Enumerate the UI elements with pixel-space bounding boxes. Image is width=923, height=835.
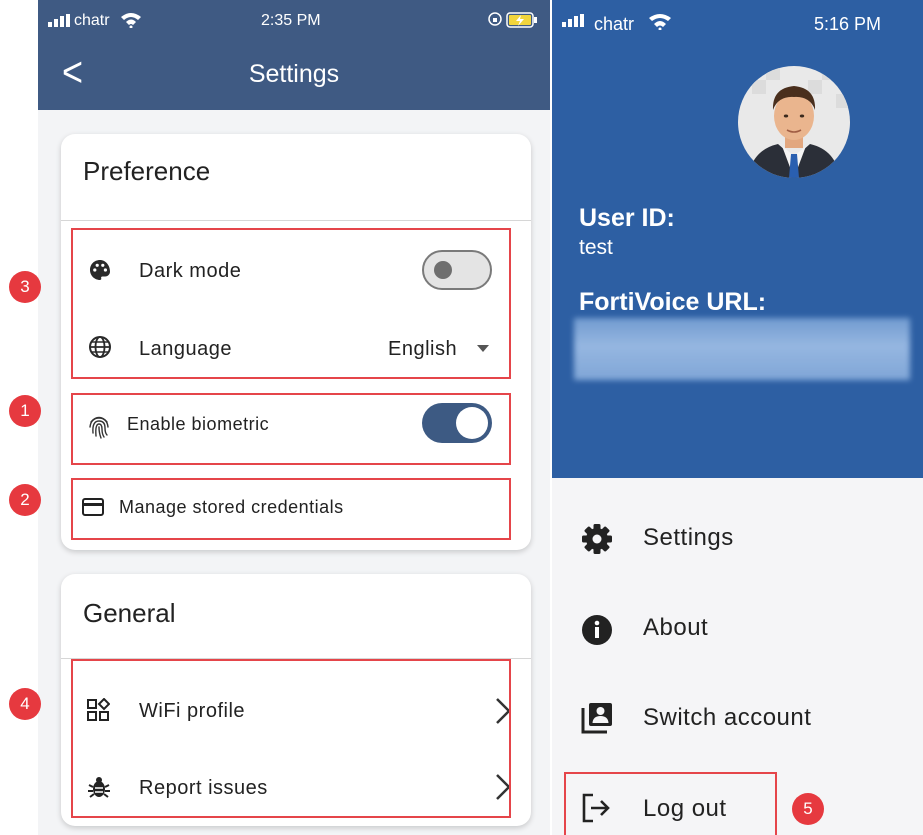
annotation-badge: 5 (792, 793, 824, 825)
general-heading: General (83, 598, 176, 628)
signal-icon (562, 14, 584, 27)
wifi-icon (649, 14, 671, 30)
signal-icon (48, 14, 70, 27)
gear-icon (582, 524, 612, 554)
info-icon (582, 615, 612, 645)
app-bar: < Settings (38, 40, 550, 110)
battery-charging-icon (506, 12, 537, 28)
annotation-badge: 2 (9, 484, 41, 516)
clock: 2:35 PM (261, 12, 321, 29)
blurred-url-value (574, 318, 910, 380)
carrier-label: chatr (74, 12, 110, 29)
profile-header: chatr 5:16 PM User ID: test FortiVoice U… (552, 0, 923, 478)
annotation-badge: 1 (9, 395, 41, 427)
fortivoice-url-label: FortiVoice URL: (579, 288, 767, 316)
carrier-label: chatr (594, 14, 635, 34)
user-id-value: test (579, 236, 613, 259)
lock-rotation-icon (488, 12, 502, 26)
divider (61, 220, 531, 221)
highlight-box-5 (564, 772, 777, 835)
annotation-badge: 3 (9, 271, 41, 303)
menu-item-settings[interactable]: Settings (643, 524, 734, 552)
status-bar: chatr 2:35 PM (38, 0, 550, 40)
menu-item-about[interactable]: About (643, 614, 708, 642)
settings-screen: chatr 2:35 PM < Settings Preference Dark… (38, 0, 550, 835)
highlight-box-2 (71, 478, 511, 540)
highlight-box-1 (71, 393, 511, 465)
menu-item-switch-account[interactable]: Switch account (643, 704, 811, 732)
clock: 5:16 PM (814, 14, 882, 34)
switch-account-icon (581, 703, 612, 734)
annotation-badge: 4 (9, 688, 41, 720)
wifi-icon (121, 13, 141, 28)
drawer-screen: chatr 5:16 PM User ID: test FortiVoice U… (552, 0, 923, 835)
avatar (738, 66, 850, 178)
highlight-box-4 (71, 659, 511, 818)
preference-heading: Preference (83, 156, 211, 186)
page-title: Settings (248, 60, 340, 88)
highlight-box-3 (71, 228, 511, 379)
user-id-label: User ID: (579, 204, 675, 232)
